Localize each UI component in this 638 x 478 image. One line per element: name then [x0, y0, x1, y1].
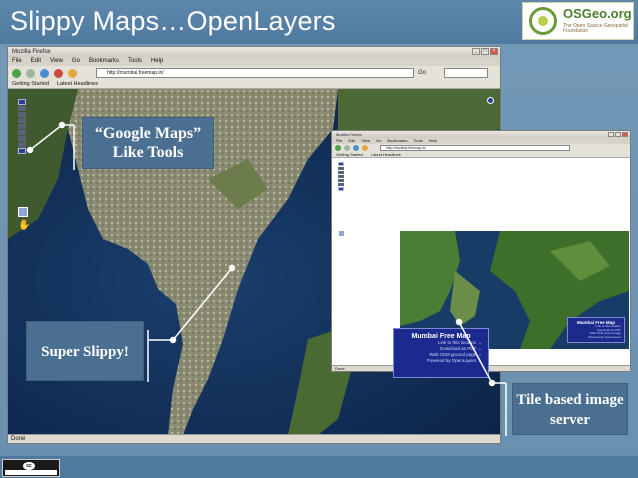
layer-switcher-button[interactable] [487, 97, 494, 104]
close-button[interactable] [622, 132, 628, 137]
menu-item-file[interactable]: File [12, 57, 22, 66]
menu-bar: File Edit View Go Bookmarks Tools Help [8, 57, 500, 66]
zoom-level-step[interactable] [18, 124, 26, 129]
zoom-level-step[interactable] [18, 142, 26, 147]
zoom-out-button[interactable] [338, 187, 344, 191]
menu-item-view[interactable]: View [50, 57, 63, 66]
zoom-bar [338, 162, 344, 192]
bookmark-latest-headlines[interactable]: Latest Headlines [57, 80, 98, 88]
zoom-level-step[interactable] [338, 183, 344, 186]
back-icon[interactable] [12, 69, 21, 78]
address-bar[interactable]: http://mumbai.freemap.in/ [380, 145, 570, 151]
creative-commons-icon: cc [2, 459, 60, 477]
callout-super-slippy: Super Slippy! [26, 321, 144, 381]
zoom-level-step[interactable] [18, 130, 26, 135]
zoom-in-button[interactable] [18, 99, 26, 105]
reload-icon[interactable] [40, 69, 49, 78]
zoom-level-step[interactable] [338, 179, 344, 182]
map-info-panel: Mumbai Free Map Link to this location Do… [567, 317, 625, 343]
map-panel-title: Mumbai Free Map [411, 333, 471, 340]
hand-icon[interactable]: ✋ [18, 220, 30, 231]
map-panel-link[interactable]: Powered by OpenLayers → [394, 358, 488, 364]
menu-item-edit[interactable]: Edit [31, 57, 41, 66]
home-icon[interactable] [68, 69, 77, 78]
layers-icon[interactable] [18, 207, 28, 217]
layers-icon[interactable] [338, 230, 345, 237]
maximize-button[interactable]: □ [481, 48, 489, 55]
footer-bar [0, 456, 638, 478]
forward-icon[interactable] [344, 145, 350, 151]
map-info-panel: Mumbai Free Map Link to this location → … [393, 328, 489, 378]
callout-tile-based: Tile based image server [512, 383, 628, 435]
menu-item-tools[interactable]: Tools [128, 57, 142, 66]
zoom-bar [18, 99, 26, 169]
bookmark-latest-headlines[interactable]: Latest Headlines [371, 152, 401, 157]
osgeo-logo-tagline: The Open Source Geospatial Foundation [563, 23, 628, 34]
navigation-toolbar: http://mumbai.freemap.in/ [332, 144, 630, 152]
bookmark-getting-started[interactable]: Getting Started [336, 152, 363, 157]
zoom-level-step[interactable] [18, 112, 26, 117]
address-bar[interactable]: http://mumbai.freemap.in/ [96, 68, 414, 78]
window-title: Mozilla Firefox [336, 132, 362, 137]
navigation-toolbar: http://mumbai.freemap.in/ Go [8, 66, 500, 80]
home-icon[interactable] [362, 145, 368, 151]
osgeo-logo: OSGeo.org The Open Source Geospatial Fou… [522, 2, 634, 40]
slide: Slippy Maps…OpenLayers OSGeo.org The Ope… [0, 0, 638, 478]
go-button[interactable]: Go [418, 68, 442, 78]
zoom-level-step[interactable] [18, 106, 26, 111]
zoom-level-step[interactable] [18, 136, 26, 141]
osgeo-logo-icon [529, 7, 557, 35]
menu-item-go[interactable]: Go [72, 57, 80, 66]
window-title: Mozilla Firefox [12, 49, 51, 55]
callout-google-maps-tools: “Google Maps” Like Tools [82, 117, 214, 169]
minimize-button[interactable]: _ [472, 48, 480, 55]
osgeo-logo-name: OSGeo.org [563, 6, 632, 21]
status-bar: Done [8, 434, 500, 443]
reload-icon[interactable] [353, 145, 359, 151]
zoom-out-button[interactable] [18, 148, 26, 154]
window-titlebar: Mozilla Firefox [332, 131, 630, 138]
map-panel-link[interactable]: Powered by OpenLayers [568, 335, 624, 340]
zoom-level-step[interactable] [338, 167, 344, 170]
forward-icon[interactable] [26, 69, 35, 78]
zoom-in-button[interactable] [338, 162, 344, 166]
zoom-level-step[interactable] [18, 118, 26, 123]
menu-item-help[interactable]: Help [151, 57, 163, 66]
maximize-button[interactable] [615, 132, 621, 137]
search-input[interactable] [444, 68, 488, 78]
window-titlebar: Mozilla Firefox _ □ × [8, 47, 500, 57]
zoom-level-step[interactable] [338, 171, 344, 174]
stop-icon[interactable] [54, 69, 63, 78]
close-button[interactable]: × [490, 48, 498, 55]
back-icon[interactable] [335, 145, 341, 151]
bookmark-getting-started[interactable]: Getting Started [12, 80, 49, 88]
slide-title: Slippy Maps…OpenLayers [10, 6, 336, 36]
bookmarks-toolbar: Getting Started Latest Headlines [8, 80, 500, 89]
minimize-button[interactable] [608, 132, 614, 137]
menu-item-bookmarks[interactable]: Bookmarks [89, 57, 119, 66]
zoom-level-step[interactable] [338, 175, 344, 178]
